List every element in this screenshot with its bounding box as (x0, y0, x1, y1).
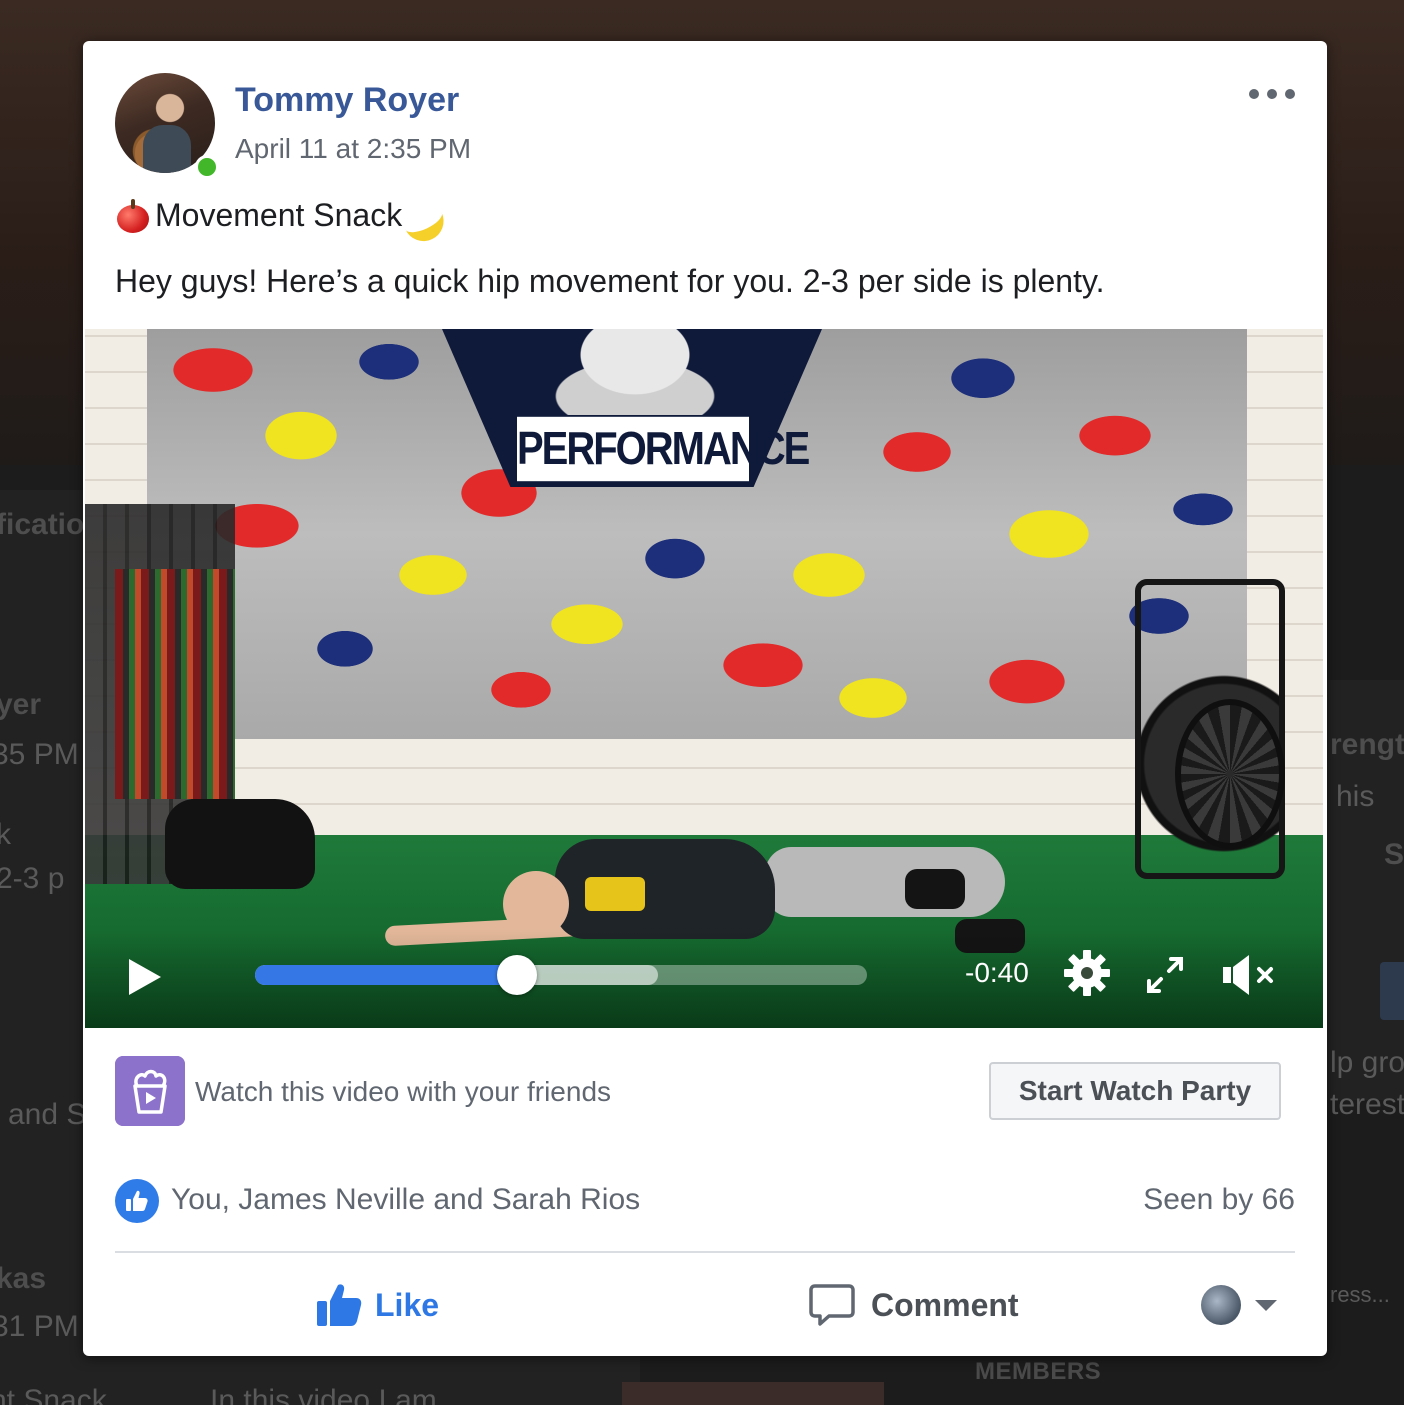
play-icon[interactable] (129, 959, 161, 995)
background-video-thumbnail (622, 1382, 884, 1405)
apple-emoji-icon (115, 198, 151, 233)
watch-party-row: Watch this video with your friends Start… (115, 1056, 1283, 1126)
background-button (1380, 962, 1404, 1020)
background-text: terest (1330, 1088, 1404, 1121)
background-text: and S (8, 1098, 87, 1131)
video-frame-resistance-bands (115, 569, 235, 799)
background-text: In this video I am (210, 1384, 437, 1405)
video-controls: -0:40 (85, 929, 1323, 1028)
background-text: 31 PM (0, 1310, 79, 1343)
background-text: k (0, 818, 11, 851)
react-as-selector[interactable] (1201, 1283, 1277, 1327)
background-text: nt Snack (0, 1384, 107, 1405)
start-watch-party-button[interactable]: Start Watch Party (989, 1062, 1281, 1120)
divider (115, 1251, 1295, 1253)
background-text: 35 PM (0, 738, 79, 771)
background-text: ress... (1330, 1282, 1390, 1307)
post-header: Tommy Royer April 11 at 2:35 PM (115, 73, 1295, 179)
background-members-heading: MEMBERS (975, 1358, 1102, 1385)
post-title: Movement Snack (115, 197, 444, 234)
dot (1249, 89, 1259, 99)
time-remaining: -0:40 (965, 957, 1029, 988)
background-text: lp gro (1330, 1046, 1404, 1079)
post-body-text: Hey guys! Here’s a quick hip movement fo… (115, 263, 1105, 299)
person-head (503, 871, 569, 937)
background-text: his (1336, 780, 1375, 813)
comment-button-label: Comment (871, 1286, 1019, 1323)
video-player[interactable]: PERFORMANCE -0:40 (85, 329, 1323, 1028)
watch-party-popcorn-icon (115, 1056, 185, 1126)
caret-down-icon (1255, 1299, 1277, 1311)
like-reaction-icon[interactable] (115, 1179, 159, 1223)
like-thumb-icon (126, 1190, 148, 1211)
reaction-names[interactable]: You, James Neville and Sarah Rios (171, 1183, 640, 1217)
dot (1267, 89, 1277, 99)
person-legs (765, 847, 1005, 917)
like-button-label: Like (375, 1286, 440, 1323)
video-frame-logo-figure (555, 329, 715, 415)
seen-by-count[interactable]: Seen by 66 (1143, 1183, 1295, 1217)
video-frame-bike-fan (1175, 699, 1285, 849)
background-text: kas (0, 1262, 47, 1295)
like-button[interactable]: Like (315, 1277, 439, 1333)
post-card: Tommy Royer April 11 at 2:35 PM Movement… (83, 41, 1327, 1356)
avatar-photo-person (143, 125, 191, 173)
background-text: yer (0, 688, 42, 721)
background-text: ficatio (0, 508, 85, 541)
muted-speaker-icon[interactable] (1221, 951, 1279, 999)
like-thumb-icon (317, 1284, 362, 1326)
online-status-indicator (195, 155, 219, 179)
background-text: S (1384, 838, 1404, 871)
progress-played (255, 965, 517, 985)
person-shirt-print (585, 877, 645, 911)
settings-gear-icon[interactable] (1061, 947, 1113, 999)
watch-party-prompt: Watch this video with your friends (195, 1076, 612, 1107)
reactions-row: You, James Neville and Sarah Rios Seen b… (115, 1179, 1295, 1223)
background-text: 2-3 p (0, 862, 65, 895)
person-shoe (905, 869, 965, 909)
dot (1285, 89, 1295, 99)
more-options-icon[interactable] (1249, 79, 1295, 109)
avatar (1201, 1285, 1241, 1325)
comment-button[interactable]: Comment (809, 1277, 1019, 1333)
background-text: rengt (1330, 728, 1404, 761)
post-action-bar: Like Comment (115, 1271, 1295, 1341)
post-timestamp[interactable]: April 11 at 2:35 PM (235, 133, 471, 165)
video-frame-logo-text: PERFORMANCE (517, 416, 810, 482)
comment-bubble-icon (809, 1284, 855, 1326)
author-name[interactable]: Tommy Royer (235, 81, 459, 120)
video-progress-bar[interactable] (255, 955, 867, 995)
banana-emoji-icon (404, 199, 444, 233)
progress-scrubber-handle[interactable] (496, 955, 537, 995)
post-title-text: Movement Snack (155, 197, 403, 233)
fullscreen-icon[interactable] (1143, 953, 1187, 997)
video-frame-gym-bag (165, 799, 315, 889)
